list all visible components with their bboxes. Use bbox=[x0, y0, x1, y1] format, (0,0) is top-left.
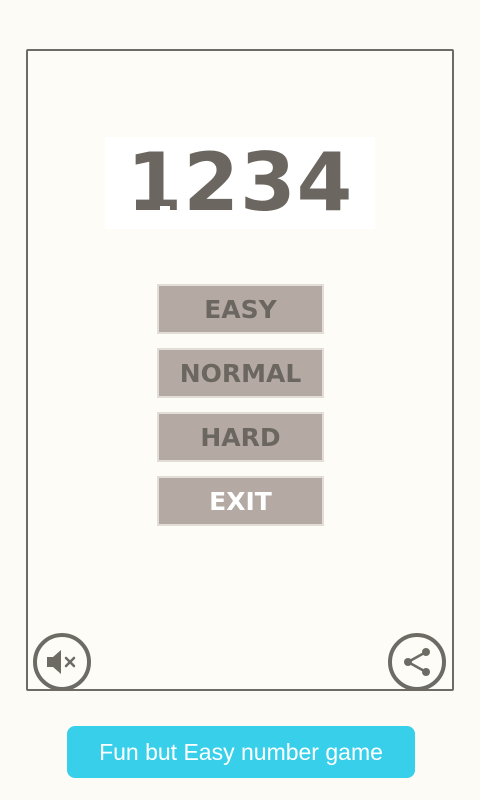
normal-button[interactable]: NORMAL bbox=[157, 348, 324, 398]
share-icon bbox=[404, 648, 430, 676]
logo-box: 1234 bbox=[105, 137, 375, 229]
promo-banner[interactable]: Fun but Easy number game bbox=[67, 726, 415, 778]
exit-button[interactable]: EXIT bbox=[157, 476, 324, 526]
promo-banner-text: Fun but Easy number game bbox=[99, 738, 383, 765]
app-screen: 1234 EASY NORMAL HARD EXIT Fun but Easy … bbox=[0, 0, 480, 800]
easy-button-label: EASY bbox=[204, 294, 277, 324]
share-button[interactable] bbox=[388, 633, 446, 691]
mute-button[interactable] bbox=[33, 633, 91, 691]
logo-dot-decoration bbox=[160, 206, 170, 216]
hard-button[interactable]: HARD bbox=[157, 412, 324, 462]
normal-button-label: NORMAL bbox=[179, 358, 302, 388]
exit-button-label: EXIT bbox=[209, 486, 272, 516]
hard-button-label: HARD bbox=[200, 422, 281, 452]
speaker-muted-icon bbox=[47, 650, 76, 674]
easy-button[interactable]: EASY bbox=[157, 284, 324, 334]
